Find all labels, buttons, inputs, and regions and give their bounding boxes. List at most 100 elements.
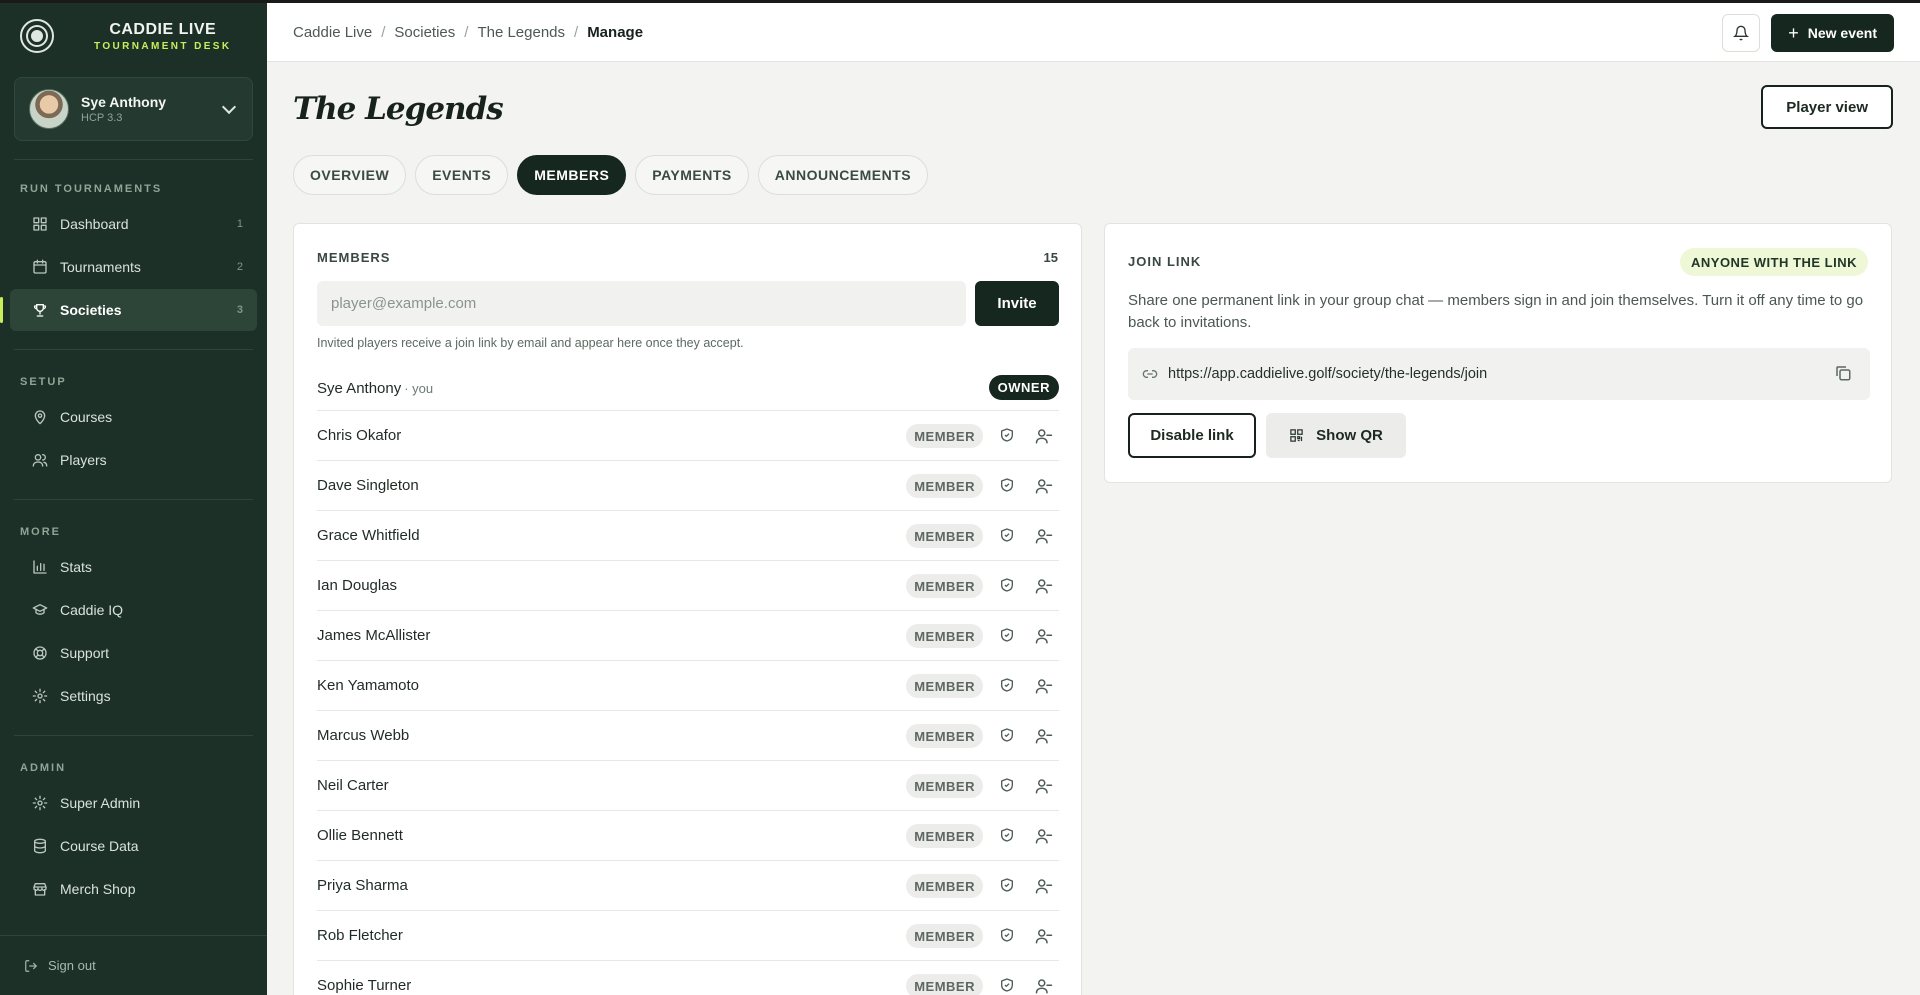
members-heading: MEMBERS: [317, 250, 391, 265]
remove-member-icon[interactable]: [1035, 827, 1053, 845]
sidebar-item-label: Courses: [60, 409, 113, 425]
remove-member-icon[interactable]: [1035, 477, 1053, 495]
invite-button[interactable]: Invite: [975, 281, 1059, 326]
sidebar-item-societies[interactable]: Societies 3: [0, 289, 257, 331]
new-event-label: New event: [1807, 25, 1877, 41]
sidebar-item-courses[interactable]: Courses: [10, 396, 257, 438]
make-admin-shield-icon[interactable]: [999, 677, 1015, 693]
member-role-badge: MEMBER: [906, 974, 983, 995]
breadcrumb-link[interactable]: The Legends: [477, 24, 565, 41]
app-window: CADDIE LIVE TOURNAMENT DESK Sye Anthony …: [0, 3, 1920, 995]
invite-note: Invited players receive a join link by e…: [317, 336, 744, 350]
member-name: Priya Sharma: [317, 877, 408, 894]
member-name: Neil Carter: [317, 777, 389, 794]
make-admin-shield-icon[interactable]: [999, 427, 1015, 443]
member-name: Grace Whitfield: [317, 527, 420, 544]
user-switcher[interactable]: Sye Anthony HCP 3.3: [14, 77, 253, 141]
make-admin-shield-icon[interactable]: [999, 627, 1015, 643]
member-role-badge: MEMBER: [906, 424, 983, 448]
member-row: Priya Sharma MEMBER: [317, 860, 1059, 910]
disable-link-button[interactable]: Disable link: [1128, 413, 1256, 458]
remove-member-icon[interactable]: [1035, 727, 1053, 745]
make-admin-shield-icon[interactable]: [999, 577, 1015, 593]
member-row: Neil Carter MEMBER: [317, 760, 1059, 810]
member-role-badge: MEMBER: [906, 824, 983, 848]
remove-member-icon[interactable]: [1035, 677, 1053, 695]
make-admin-shield-icon[interactable]: [999, 977, 1015, 993]
sidebar-item-course-data[interactable]: Course Data: [10, 825, 257, 867]
member-row: Rob Fletcher MEMBER: [317, 910, 1059, 960]
member-role-badge: MEMBER: [906, 874, 983, 898]
make-admin-shield-icon[interactable]: [999, 877, 1015, 893]
brand-subtitle: TOURNAMENT DESK: [94, 40, 232, 52]
sidebar: CADDIE LIVE TOURNAMENT DESK Sye Anthony …: [0, 3, 267, 995]
sidebar-item-merch-shop[interactable]: Merch Shop: [10, 868, 257, 910]
make-admin-shield-icon[interactable]: [999, 527, 1015, 543]
gear-icon: [32, 795, 48, 811]
tab-payments[interactable]: PAYMENTS: [635, 155, 749, 195]
new-event-button[interactable]: + New event: [1771, 14, 1894, 52]
remove-member-icon[interactable]: [1035, 777, 1053, 795]
remove-member-icon[interactable]: [1035, 627, 1053, 645]
remove-member-icon[interactable]: [1035, 577, 1053, 595]
member-name: Ken Yamamoto: [317, 677, 420, 694]
sidebar-item-label: Merch Shop: [60, 881, 136, 897]
member-row: Chris Okafor MEMBER: [317, 410, 1059, 460]
tab-overview[interactable]: OVERVIEW: [293, 155, 407, 195]
sidebar-item-settings[interactable]: Settings: [10, 675, 257, 717]
make-admin-shield-icon[interactable]: [999, 727, 1015, 743]
join-link-url: https://app.caddielive.golf/society/the-…: [1168, 366, 1488, 382]
show-qr-button[interactable]: Show QR: [1266, 413, 1406, 458]
member-role-badge: MEMBER: [906, 924, 983, 948]
remove-member-icon[interactable]: [1035, 877, 1053, 895]
member-row: Dave Singleton MEMBER: [317, 460, 1059, 510]
sidebar-item-stats[interactable]: Stats: [10, 546, 257, 588]
join-link-field[interactable]: https://app.caddielive.golf/society/the-…: [1128, 348, 1870, 400]
remove-member-icon[interactable]: [1035, 977, 1053, 995]
member-name: Ian Douglas: [317, 577, 398, 594]
sidebar-item-label: Course Data: [60, 838, 139, 854]
breadcrumb-link[interactable]: Caddie Live: [293, 24, 372, 41]
tab-bar: OVERVIEW EVENTS MEMBERS PAYMENTS ANNOUNCEMEN…: [293, 155, 937, 195]
make-admin-shield-icon[interactable]: [999, 477, 1015, 493]
main-content: Caddie Live / Societies / The Legends / Manage…: [267, 3, 1920, 995]
sidebar-item-count: 1: [236, 218, 243, 230]
sidebar-item-label: Tournaments: [60, 259, 141, 275]
remove-member-icon[interactable]: [1035, 927, 1053, 945]
member-list: Chris Okafor MEMBER Dave Singleton MEMBER Gr…: [317, 410, 1059, 995]
owner-row: Sye Anthony · you OWNER: [317, 370, 1059, 406]
calendar-icon: [32, 259, 48, 275]
tab-events[interactable]: EVENTS: [415, 155, 509, 195]
sidebar-item-players[interactable]: Players: [10, 439, 257, 481]
breadcrumb: Caddie Live / Societies / The Legends / Manage: [293, 24, 643, 41]
join-link-card: JOIN LINK ANYONE WITH THE LINK Share one…: [1104, 223, 1892, 483]
remove-member-icon[interactable]: [1035, 427, 1053, 445]
sidebar-item-caddie-iq[interactable]: Caddie IQ: [10, 589, 257, 631]
player-view-button[interactable]: Player view: [1761, 85, 1893, 129]
member-name: Sophie Turner: [317, 977, 412, 994]
member-name: James McAllister: [317, 627, 431, 644]
join-link-description: Share one permanent link in your group c…: [1128, 292, 1864, 331]
brand[interactable]: CADDIE LIVE TOURNAMENT DESK: [0, 3, 267, 69]
sidebar-item-super-admin[interactable]: Super Admin: [10, 782, 257, 824]
sidebar-item-support[interactable]: Support: [10, 632, 257, 674]
tab-members[interactable]: MEMBERS: [517, 155, 627, 195]
make-admin-shield-icon[interactable]: [999, 777, 1015, 793]
tab-announcements[interactable]: ANNOUNCEMENTS: [757, 155, 929, 195]
make-admin-shield-icon[interactable]: [999, 927, 1015, 943]
make-admin-shield-icon[interactable]: [999, 827, 1015, 843]
sign-out-link[interactable]: Sign out: [0, 935, 267, 995]
user-name: Sye Anthony: [81, 94, 167, 110]
store-icon: [32, 881, 48, 897]
sidebar-item-dashboard[interactable]: Dashboard 1: [10, 203, 257, 245]
breadcrumb-link[interactable]: Societies: [394, 24, 455, 41]
invite-email-input[interactable]: [317, 281, 966, 326]
sidebar-item-tournaments[interactable]: Tournaments 2: [10, 246, 257, 288]
copy-icon[interactable]: [1834, 364, 1852, 382]
remove-member-icon[interactable]: [1035, 527, 1053, 545]
avatar: [29, 89, 69, 129]
member-row: Sophie Turner MEMBER: [317, 960, 1059, 995]
breadcrumb-separator: /: [464, 23, 469, 41]
brand-logo-icon: [20, 19, 54, 53]
notifications-button[interactable]: [1722, 14, 1760, 52]
